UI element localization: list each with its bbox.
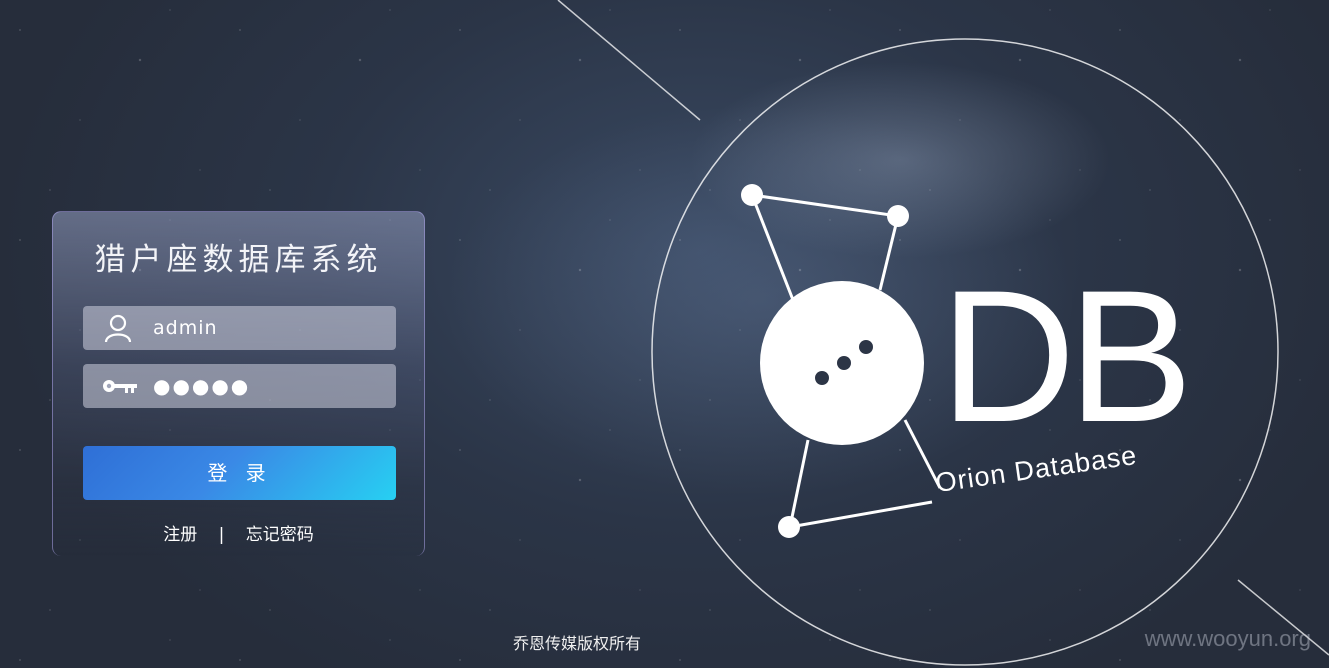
logo-db-letters: DB bbox=[940, 251, 1193, 461]
login-button[interactable]: 登 录 bbox=[83, 446, 396, 500]
login-panel: 猎户座数据库系统 admin ●●●●● 登 录 注册 | 忘记密码 bbox=[52, 211, 425, 556]
watermark-text: www.wooyun.org bbox=[1144, 626, 1311, 651]
password-field[interactable]: ●●●●● bbox=[83, 364, 396, 408]
page-title: 猎户座数据库系统 bbox=[94, 242, 383, 278]
auth-links: 注册 | 忘记密码 bbox=[53, 520, 424, 545]
password-input[interactable]: ●●●●● bbox=[153, 364, 250, 408]
user-icon bbox=[101, 313, 135, 343]
links-separator: | bbox=[218, 525, 225, 545]
forgot-password-link[interactable]: 忘记密码 bbox=[246, 525, 314, 545]
register-link[interactable]: 注册 bbox=[163, 525, 197, 545]
key-icon bbox=[101, 371, 137, 401]
copyright-text: 乔恩传媒版权所有 bbox=[513, 634, 642, 653]
username-input[interactable]: admin bbox=[153, 306, 218, 350]
username-field[interactable]: admin bbox=[83, 306, 396, 350]
